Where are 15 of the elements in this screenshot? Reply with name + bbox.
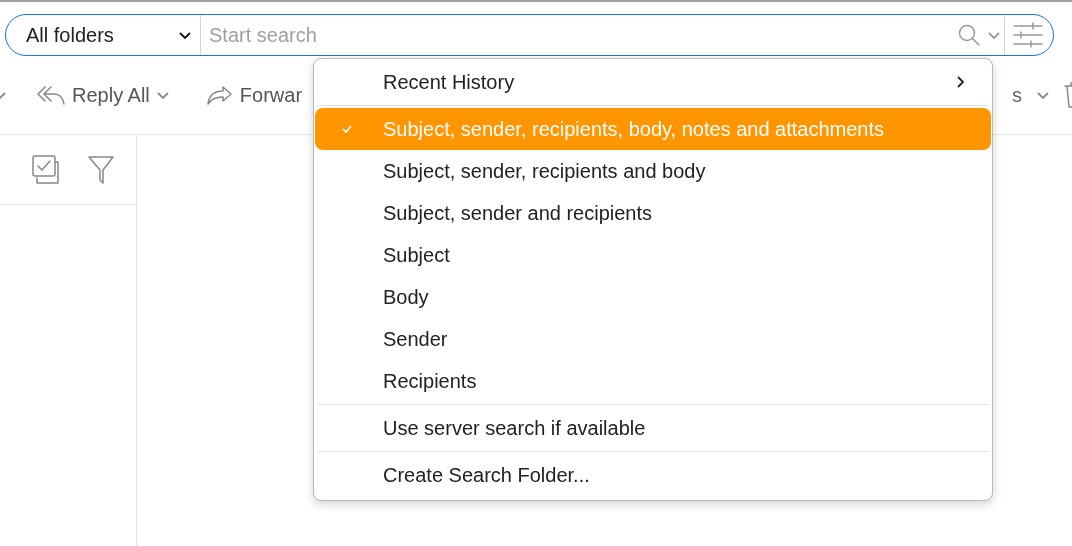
toolbar-button[interactable]: Forwar xyxy=(199,83,309,107)
toolbar-label: s xyxy=(1012,83,1022,107)
menu-item[interactable]: Use server search if available xyxy=(315,407,991,449)
folder-dropdown[interactable]: All folders xyxy=(6,15,201,55)
menu-item[interactable]: Recipients xyxy=(315,360,991,402)
toolbar-button[interactable]: Reply All xyxy=(30,83,176,107)
menu-item[interactable]: Subject xyxy=(315,234,991,276)
search-field[interactable]: Start search xyxy=(201,23,954,47)
menu-item[interactable]: Create Search Folder... xyxy=(315,454,991,496)
menu-item[interactable]: Subject, sender and recipients xyxy=(315,192,991,234)
menu-item[interactable]: Body xyxy=(315,276,991,318)
menu-item[interactable]: Subject, sender, recipients and body xyxy=(315,150,991,192)
menu-item[interactable]: Sender xyxy=(315,318,991,360)
search-box[interactable]: All folders Start search xyxy=(5,14,1054,56)
menu-item[interactable]: Recent History xyxy=(315,61,991,103)
